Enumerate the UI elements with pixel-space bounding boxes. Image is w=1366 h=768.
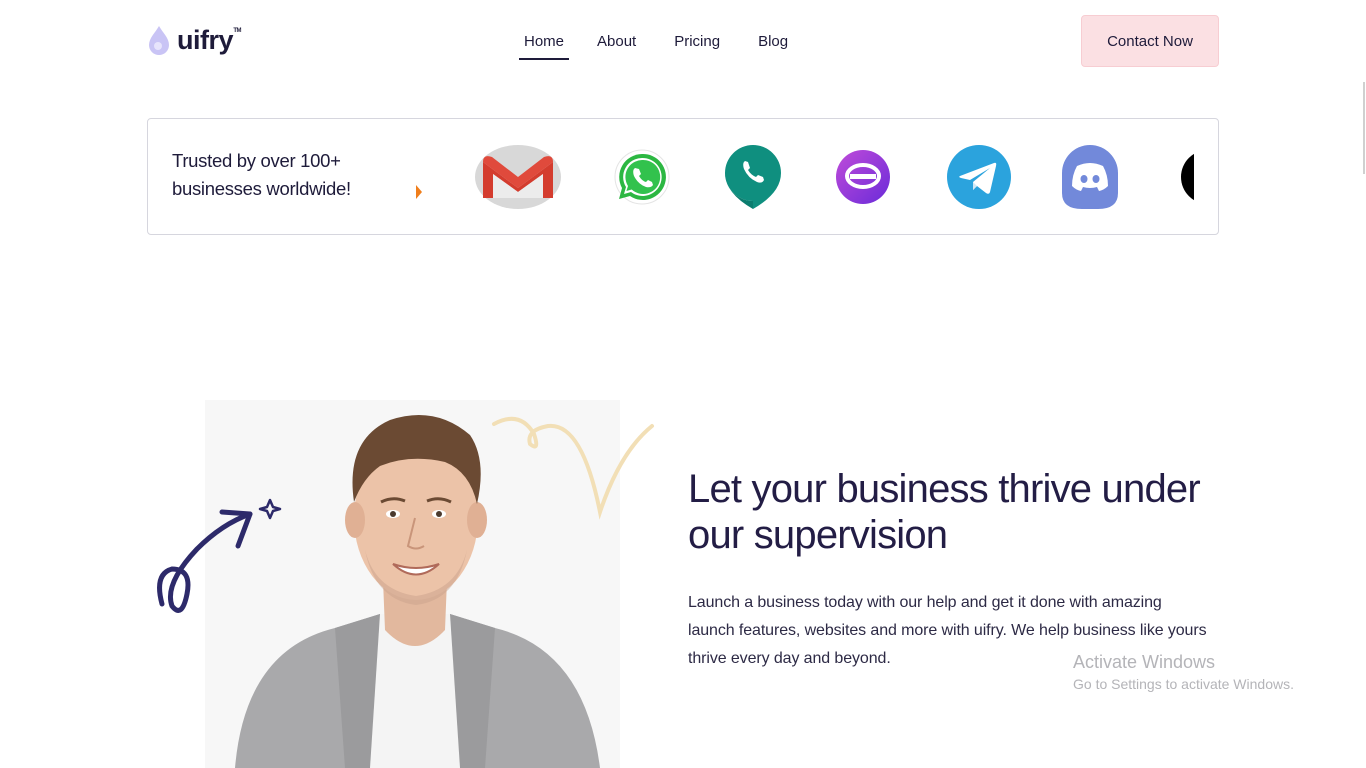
brand-logo[interactable]: uifry TM [147, 24, 242, 56]
nav-blog[interactable]: Blog [753, 30, 793, 60]
textnow-logo [836, 150, 890, 204]
main-nav: Home About Pricing Blog [505, 30, 793, 60]
telegram-logo [947, 145, 1011, 209]
page-scrollbar[interactable] [1363, 82, 1365, 174]
contact-now-button[interactable]: Contact Now [1081, 15, 1219, 67]
google-voice-logo [725, 145, 781, 209]
nav-home[interactable]: Home [519, 30, 570, 60]
trusted-by-band: Trusted by over 100+ businesses worldwid… [147, 118, 1219, 235]
watermark-subtitle: Go to Settings to activate Windows. [1073, 676, 1294, 692]
whatsapp-logo [614, 149, 670, 205]
partner-logos-carousel [148, 119, 1194, 234]
brand-name: uifry TM [177, 24, 242, 55]
nav-about[interactable]: About [592, 30, 641, 60]
site-header: uifry TM Home About Pricing Blog Contact … [0, 0, 1366, 84]
nav-pricing[interactable]: Pricing [669, 30, 725, 60]
partial-logo [1181, 153, 1194, 201]
squiggle-decoration [492, 416, 654, 520]
hero-heading: Let your business thrive under our super… [688, 467, 1201, 557]
drop-icon [149, 26, 169, 55]
discord-logo [1062, 145, 1118, 209]
watermark-title: Activate Windows [1073, 652, 1216, 672]
activate-windows-watermark: Activate Windows Go to Settings to activ… [1073, 651, 1294, 695]
arrow-doodle-icon [157, 498, 282, 613]
trademark-mark: TM [233, 27, 242, 34]
gmail-logo [475, 145, 561, 209]
